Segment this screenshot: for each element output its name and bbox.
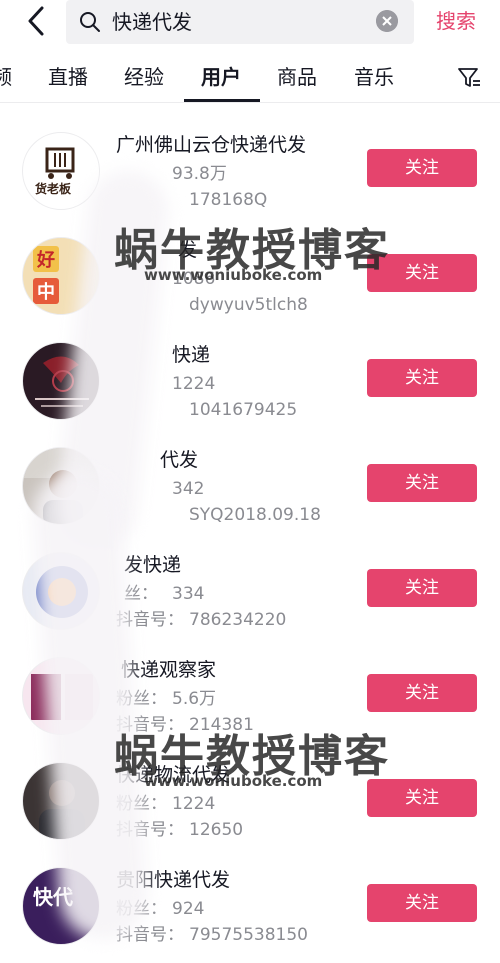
- user-id: 1041679425: [189, 400, 298, 420]
- avatar-text: 货老板: [35, 181, 72, 196]
- avatar-text: 中: [37, 281, 55, 303]
- search-button[interactable]: 搜索: [436, 6, 476, 36]
- tab-live[interactable]: 直播: [48, 64, 88, 90]
- search-icon: [80, 12, 100, 32]
- tab-experience[interactable]: 经验: [124, 64, 164, 90]
- watermark-url: www.woniuboke.com: [144, 772, 323, 790]
- search-header: 搜索: [0, 0, 500, 44]
- follow-button[interactable]: 关注: [367, 359, 477, 397]
- user-fans-label: 丝：: [124, 584, 158, 604]
- tabs-divider: [0, 102, 500, 103]
- clear-icon[interactable]: [376, 10, 398, 32]
- tab-users[interactable]: 用户: [201, 64, 241, 90]
- user-name: 发快递: [124, 554, 182, 576]
- user-fans: 342: [172, 479, 205, 499]
- user-fans: 1224: [172, 794, 216, 814]
- avatar-text: 好: [36, 249, 55, 271]
- watermark: 蜗牛教授博客 www.woniuboke.com: [114, 720, 394, 792]
- tab-music[interactable]: 音乐: [354, 64, 394, 90]
- user-id: dywyuv5tlch8: [189, 295, 308, 315]
- follow-button[interactable]: 关注: [367, 464, 477, 502]
- filter-icon[interactable]: [456, 65, 482, 91]
- tab-products[interactable]: 商品: [277, 64, 317, 90]
- watermark: 蜗牛教授博客 www.woniuboke.com: [114, 214, 394, 286]
- avatar: 货老板: [22, 132, 100, 210]
- follow-button[interactable]: 关注: [367, 569, 477, 607]
- watermark-url: www.woniuboke.com: [144, 266, 323, 284]
- user-fans: 1224: [172, 374, 216, 394]
- category-tabs: 频 直播 经验 用户 商品 音乐: [0, 52, 500, 102]
- user-name: 快递: [172, 344, 211, 366]
- follow-button[interactable]: 关注: [367, 674, 477, 712]
- search-box[interactable]: [66, 0, 414, 44]
- user-id: 12650: [189, 820, 244, 840]
- user-fans: 5.6万: [172, 689, 217, 709]
- follow-button[interactable]: 关注: [367, 149, 477, 187]
- tab-video[interactable]: 频: [0, 64, 12, 90]
- search-input[interactable]: [112, 0, 372, 44]
- user-fans: 924: [172, 899, 205, 919]
- back-arrow-icon[interactable]: [22, 4, 52, 38]
- user-id: SYQ2018.09.18: [189, 505, 321, 525]
- follow-button[interactable]: 关注: [367, 884, 477, 922]
- user-name: 代发: [160, 449, 199, 471]
- user-name: 快递观察家: [121, 659, 217, 681]
- user-name: 广州佛山云仓快递代发: [116, 134, 307, 156]
- user-id: 178168Q: [189, 190, 268, 210]
- user-fans: 93.8万: [172, 164, 227, 184]
- user-fans: 334: [172, 584, 205, 604]
- user-id: 79575538150: [189, 925, 308, 945]
- user-id: 786234220: [189, 610, 287, 630]
